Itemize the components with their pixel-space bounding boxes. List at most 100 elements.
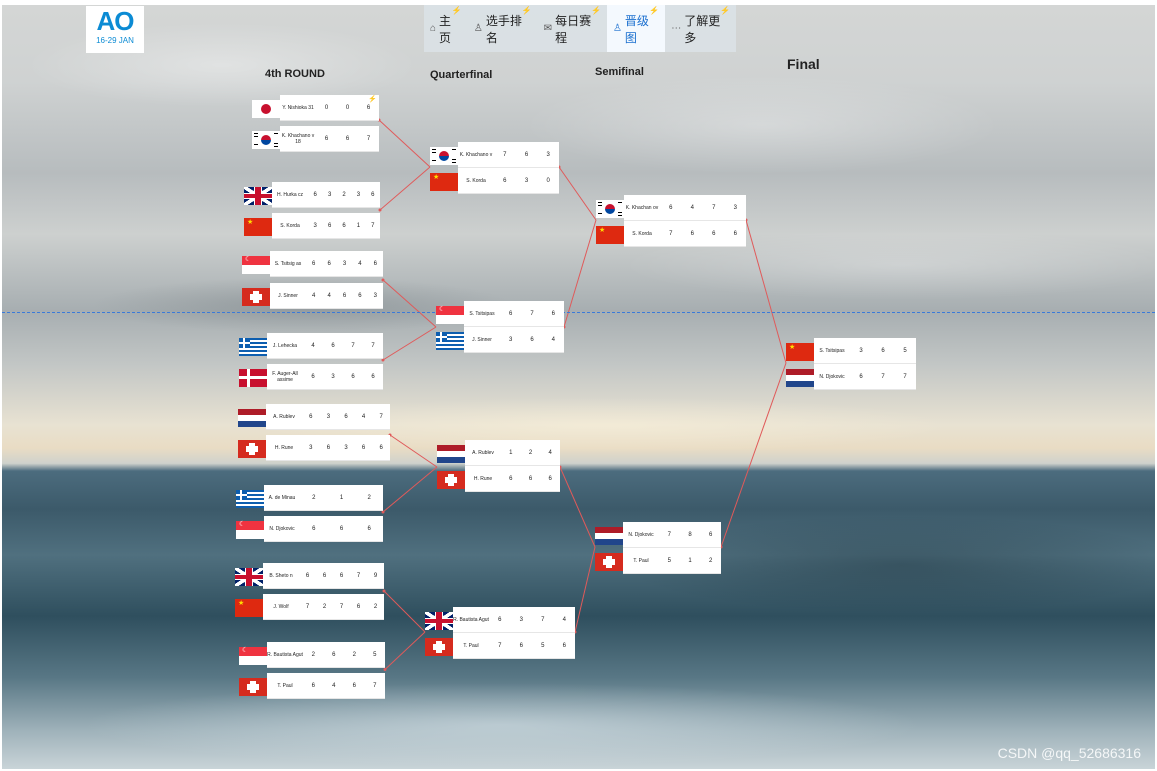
set-score: 6: [358, 292, 362, 299]
nav-item-2[interactable]: ✉ 每日赛程 ⚡: [538, 5, 607, 52]
player-name: N. Djokovic: [819, 373, 845, 380]
match-card[interactable]: B. Sheto n 6 6 6 7 9 J. Wolf 7 2 7 6 2: [235, 563, 384, 620]
bracket-connectors: [377, 118, 787, 671]
set-score: 6: [331, 342, 335, 349]
player-name: K. Khachan ov: [625, 204, 659, 211]
set-score: 6: [881, 347, 885, 354]
set-score: 2: [311, 651, 315, 658]
match-card[interactable]: K. Khachan ov 6 4 7 3 S. Korda 7 6 6 6: [596, 195, 746, 247]
flag-ch-icon: [595, 553, 623, 571]
player-name: J. Sinner: [472, 336, 492, 343]
top-nav: ⌂ 主页 ⚡ ♙ 选手排名 ⚡ ✉ 每日赛程 ⚡ ♙ 晋级图 ⚡ ⋯ 了解更多 ⚡: [424, 5, 736, 52]
player-card: K. Khachano v 18 6 6 7: [280, 126, 379, 152]
player-row: N. Djokovic 7 8 6: [595, 522, 721, 548]
set-score: 6: [327, 222, 332, 229]
nav-item-0[interactable]: ⌂ 主页 ⚡: [424, 5, 468, 52]
set-score: 7: [373, 682, 377, 689]
match-card[interactable]: K. Khachano v 7 6 3 S. Korda 6 3 0: [430, 142, 559, 194]
player-row: T. Paul 5 1 2: [595, 548, 721, 574]
player-name: R. Bautista Agut: [267, 651, 303, 658]
set-score: 4: [548, 449, 552, 456]
player-card: A. de Minau 2 1 2: [264, 485, 383, 511]
set-score: 6: [312, 260, 316, 267]
flag-kr-icon: [430, 147, 458, 165]
player-row: H. Rune 6 6 6: [437, 466, 560, 492]
set-score: 3: [327, 191, 332, 198]
set-score: 3: [331, 373, 335, 380]
set-score: 7: [498, 642, 502, 649]
match-card[interactable]: R. Bautista Agut 6 3 7 4 T. Paul 7 6 5 6: [425, 607, 575, 659]
match-card[interactable]: Y. Nishioka 31 0 0 6 K. Khachano v 18 6 6 7 ⚡: [252, 95, 379, 152]
set-score: 0: [324, 104, 329, 111]
nav-item-3[interactable]: ♙ 晋级图 ⚡: [606, 5, 666, 52]
match-card[interactable]: S. Tsitsipas 3 6 5 N. Djokovic 6 7 7: [786, 338, 916, 390]
connector-line: [382, 466, 438, 513]
set-score: 4: [358, 260, 362, 267]
match-card[interactable]: R. Bautista Agut 2 6 2 5 T. Paul 6 4 6 7: [239, 642, 385, 699]
set-score: 5: [903, 347, 907, 354]
flag-sg-icon: [436, 306, 464, 324]
bracket-stage: AO 16-29 JAN ⌂ 主页 ⚡ ♙ 选手排名 ⚡ ✉ 每日赛程 ⚡ ♙ 晋级图 ⚡ ⋯ 了解更多 ⚡…: [2, 5, 1155, 769]
match-card[interactable]: A. Rublev 1 2 4 H. Rune 6 6 6: [437, 440, 560, 494]
match-card[interactable]: S. Tsitsig as 6 6 3 4 6 J. Sinner 4 4 6 6 3: [242, 251, 383, 309]
connector-line: [559, 466, 596, 548]
set-score: 6: [508, 310, 513, 317]
set-score: 6: [332, 651, 336, 658]
set-score: 3: [344, 444, 348, 451]
lightning-icon: ⚡: [590, 6, 601, 15]
set-score: 6: [361, 444, 366, 451]
set-score: 0: [345, 104, 350, 111]
set-score: 1: [356, 222, 361, 229]
lightning-icon: ⚡: [368, 96, 377, 103]
ao-logo[interactable]: AO 16-29 JAN: [86, 6, 144, 53]
player-row: S. Korda 3 6 6 1 7: [244, 213, 380, 239]
player-row: H. Rune 3 6 3 6 6: [238, 435, 390, 461]
player-name: T. Paul: [277, 682, 293, 689]
set-score: 7: [541, 616, 545, 623]
player-row: R. Bautista Agut 2 6 2 5: [239, 642, 385, 668]
player-row: A. Rublev 6 3 6 4 7: [238, 404, 390, 430]
set-score: 0: [546, 177, 550, 184]
logo-mark: AO: [96, 6, 135, 36]
nav-label: 选手排名: [485, 13, 522, 45]
set-score: 3: [342, 260, 347, 267]
set-score: 6: [373, 260, 377, 267]
nav-item-4[interactable]: ⋯ 了解更多 ⚡: [665, 5, 736, 52]
nav-item-1[interactable]: ♙ 选手排名 ⚡: [468, 5, 538, 52]
set-score: 6: [551, 310, 555, 317]
match-card[interactable]: A. de Minau 2 1 2 N. Djokovic 6 6 6: [236, 485, 383, 542]
match-card[interactable]: J. Lehecka 4 6 7 7 F. Auger-All assime 6 3 6 6: [239, 333, 383, 390]
set-score: 4: [327, 292, 331, 299]
player-card: S. Korda 3 6 6 1 7: [272, 213, 380, 239]
set-score: 4: [311, 342, 315, 349]
set-score: 6: [371, 191, 375, 198]
connector-line: [574, 546, 596, 633]
player-card: J. Sinner 4 4 6 6 3: [270, 283, 383, 309]
player-name: R. Bautista Agut: [453, 616, 489, 623]
flag-cn-icon: [244, 218, 272, 236]
player-card: S. Korda 6 3 0: [458, 168, 559, 194]
set-score: 2: [342, 191, 346, 198]
player-card: H. Rune 3 6 3 6 6: [266, 435, 390, 461]
player-name: J. Wolf: [273, 603, 289, 610]
match-card[interactable]: S. Tsitsipas 6 7 6 J. Sinner 3 6 4: [436, 301, 564, 353]
match-card[interactable]: H. Hurka cz 6 3 2 3 6 S. Korda 3 6 6 1 7: [244, 182, 380, 239]
set-score: 6: [342, 222, 346, 229]
player-name: K. Khachano v: [459, 151, 493, 158]
player-card: T. Paul 7 6 5 6: [453, 633, 575, 659]
match-card[interactable]: A. Rublev 6 3 6 4 7 H. Rune 3 6 3 6 6: [238, 404, 390, 466]
set-score: 5: [667, 557, 671, 564]
set-score: 7: [351, 342, 355, 349]
set-score: 6: [733, 230, 737, 237]
player-name: J. Lehecka: [272, 342, 298, 349]
flag-cn-icon: [430, 173, 458, 191]
match-card[interactable]: N. Djokovic 7 8 6 T. Paul 5 1 2: [595, 522, 721, 574]
player-name: J. Sinner: [278, 292, 298, 299]
player-card: H. Rune 6 6 6: [465, 466, 560, 492]
connector-line: [720, 362, 787, 548]
player-row: S. Korda 6 3 0: [430, 168, 559, 194]
player-row: J. Sinner 3 6 4: [436, 327, 564, 353]
player-name: H. Hurka cz: [276, 191, 304, 198]
player-row: Y. Nishioka 31 0 0 6: [252, 95, 379, 121]
set-score: 6: [342, 292, 347, 299]
